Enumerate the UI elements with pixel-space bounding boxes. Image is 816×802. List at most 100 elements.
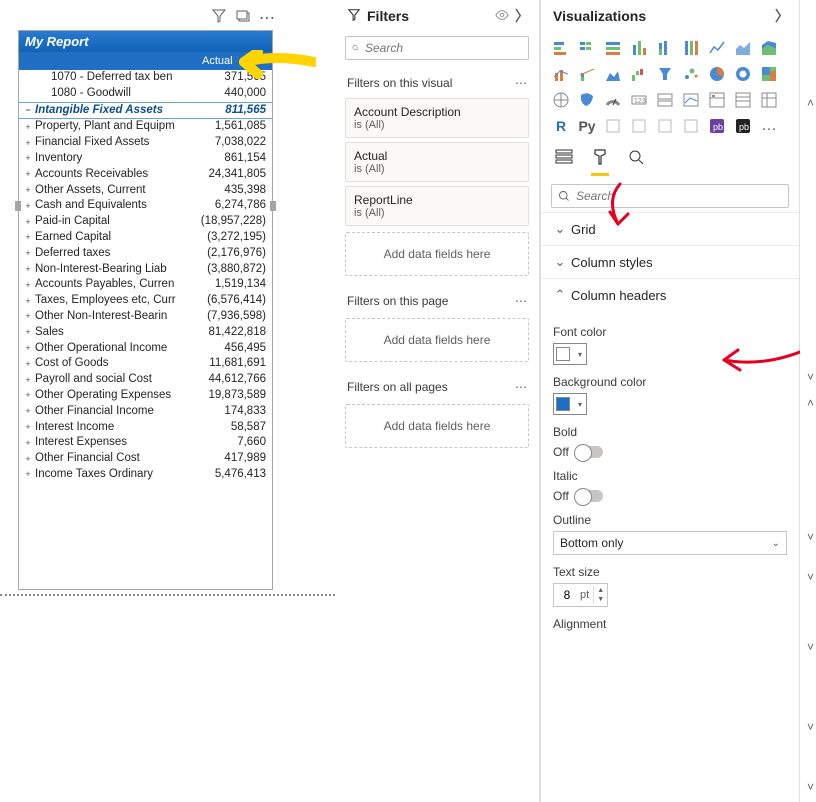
report-row[interactable]: 1070 - Deferred tax ben371,565	[19, 70, 272, 86]
font-color-picker[interactable]: ▾	[553, 343, 587, 365]
report-row[interactable]: +Cash and Equivalents6,274,786	[19, 198, 272, 214]
filters-search[interactable]	[345, 36, 529, 60]
viz-clustered-bar-icon[interactable]	[575, 36, 599, 60]
expander-icon[interactable]: +	[23, 390, 33, 401]
focus-icon[interactable]	[235, 8, 251, 28]
more-icon[interactable]: ⋯	[515, 380, 527, 394]
viz-ribbon-icon[interactable]	[601, 62, 625, 86]
report-row[interactable]: +Interest Expenses7,660	[19, 435, 272, 451]
expander-icon[interactable]: +	[23, 359, 33, 370]
expander-icon[interactable]: +	[23, 264, 33, 275]
report-row[interactable]: +Inventory861,154	[19, 151, 272, 167]
filters-visual-drop[interactable]: Add data fields here	[345, 232, 529, 276]
report-row[interactable]: +Sales81,422,818	[19, 325, 272, 341]
report-row[interactable]: +Other Non-Interest-Bearin(7,936,598)	[19, 309, 272, 325]
report-row[interactable]: +Payroll and social Cost44,612,766	[19, 372, 272, 388]
bg-color-picker[interactable]: ▾	[553, 393, 587, 415]
expander-icon[interactable]: +	[23, 454, 33, 465]
filters-search-input[interactable]	[365, 41, 522, 55]
expander-icon[interactable]: −	[23, 105, 33, 116]
expander-icon[interactable]: +	[23, 311, 33, 322]
funnel-icon[interactable]	[211, 8, 227, 28]
report-row[interactable]: +Accounts Payables, Curren1,519,134	[19, 277, 272, 293]
format-search[interactable]	[551, 184, 789, 208]
report-row[interactable]: +Other Assets, Current435,398	[19, 183, 272, 199]
expander-icon[interactable]: +	[23, 138, 33, 149]
resize-handle-right[interactable]	[270, 201, 276, 211]
report-row[interactable]: +Financial Fixed Assets7,038,022	[19, 135, 272, 151]
resize-handle-left[interactable]	[15, 201, 21, 211]
matrix-visual[interactable]: My Report Actual 1070 - Deferred tax ben…	[18, 30, 273, 590]
report-row[interactable]: +Taxes, Employees etc, Curr(6,576,414)	[19, 293, 272, 309]
more-icon[interactable]: ⋯	[515, 76, 527, 90]
bold-toggle[interactable]	[575, 446, 603, 458]
viz-stacked-area-icon[interactable]	[757, 36, 781, 60]
viz-py-icon[interactable]: Py	[575, 114, 599, 138]
report-row[interactable]: +Income Taxes Ordinary5,476,413	[19, 467, 272, 483]
fields-tab[interactable]	[555, 148, 573, 176]
report-row[interactable]: +Earned Capital(3,272,195)	[19, 230, 272, 246]
section-column-styles[interactable]: ⌄Column styles	[541, 246, 799, 278]
chevron-down-icon[interactable]: ˅	[807, 530, 814, 544]
eye-icon[interactable]	[495, 8, 509, 25]
report-row[interactable]: +Cost of Goods11,681,691	[19, 356, 272, 372]
chevron-down-icon[interactable]: ˅	[807, 720, 814, 734]
more-icon[interactable]: ⋯	[259, 8, 275, 28]
expander-icon[interactable]: +	[23, 201, 33, 212]
viz-line-icon[interactable]	[705, 36, 729, 60]
expander-icon[interactable]: +	[23, 280, 33, 291]
expander-icon[interactable]: +	[23, 422, 33, 433]
expand-icon[interactable]: 〉	[515, 6, 529, 26]
expander-icon[interactable]: +	[23, 217, 33, 228]
filter-card[interactable]: Actualis (All)	[345, 142, 529, 182]
viz-card-icon[interactable]: 123	[627, 88, 651, 112]
chevron-down-icon[interactable]: ˅	[807, 370, 814, 384]
report-row[interactable]: +Property, Plant and Equipm1,561,085	[19, 119, 272, 135]
viz-extra-icon[interactable]	[653, 114, 677, 138]
expander-icon[interactable]: +	[23, 327, 33, 338]
viz-r-icon[interactable]: R	[549, 114, 573, 138]
viz-stacked-bar-icon[interactable]	[549, 36, 573, 60]
viz-custom-icon[interactable]: pb	[731, 114, 755, 138]
expander-icon[interactable]: +	[23, 122, 33, 133]
viz-scatter-icon[interactable]	[679, 62, 703, 86]
viz-clustered-column-icon[interactable]	[627, 36, 651, 60]
report-row[interactable]: +Other Financial Income174,833	[19, 404, 272, 420]
report-row[interactable]: +Interest Income58,587	[19, 420, 272, 436]
viz-area-icon[interactable]	[731, 36, 755, 60]
expander-icon[interactable]: +	[23, 153, 33, 164]
report-row[interactable]: 1080 - Goodwill440,000	[19, 86, 272, 102]
expander-icon[interactable]: +	[23, 232, 33, 243]
viz-stacked-column-icon[interactable]	[653, 36, 677, 60]
viz-pie-icon[interactable]	[705, 62, 729, 86]
viz-extra-icon[interactable]	[601, 114, 625, 138]
section-column-headers[interactable]: ⌃Column headers	[541, 279, 799, 311]
expand-icon[interactable]: 〉	[775, 6, 789, 26]
chevron-up-icon[interactable]: ˄	[807, 396, 814, 410]
text-size-input[interactable]	[554, 588, 580, 602]
expander-icon[interactable]: +	[23, 375, 33, 386]
expander-icon[interactable]: +	[23, 169, 33, 180]
more-icon[interactable]: ⋯	[515, 294, 527, 308]
report-row[interactable]: +Other Operational Income456,495	[19, 341, 272, 357]
expander-icon[interactable]: +	[23, 185, 33, 196]
expander-icon[interactable]: +	[23, 248, 33, 259]
report-row[interactable]: +Deferred taxes(2,176,976)	[19, 246, 272, 262]
format-tab[interactable]	[591, 148, 609, 176]
viz-extra-icon[interactable]	[627, 114, 651, 138]
viz-filled-map-icon[interactable]	[575, 88, 599, 112]
viz-multi-card-icon[interactable]	[653, 88, 677, 112]
expander-icon[interactable]: +	[23, 296, 33, 307]
viz-line-column-icon[interactable]	[549, 62, 573, 86]
viz-more-icon[interactable]: …	[757, 114, 781, 138]
viz-extra-icon[interactable]	[679, 114, 703, 138]
viz-stacked-bar100-icon[interactable]	[601, 36, 625, 60]
viz-gauge-icon[interactable]	[601, 88, 625, 112]
filters-all-drop[interactable]: Add data fields here	[345, 404, 529, 448]
report-row[interactable]: −Intangible Fixed Assets811,565	[19, 102, 272, 120]
report-row[interactable]: +Other Operating Expenses19,873,589	[19, 388, 272, 404]
viz-line-column-stacked-icon[interactable]	[575, 62, 599, 86]
viz-waterfall-icon[interactable]	[627, 62, 651, 86]
viz-stacked-column100-icon[interactable]	[679, 36, 703, 60]
analytics-tab[interactable]	[627, 148, 645, 176]
